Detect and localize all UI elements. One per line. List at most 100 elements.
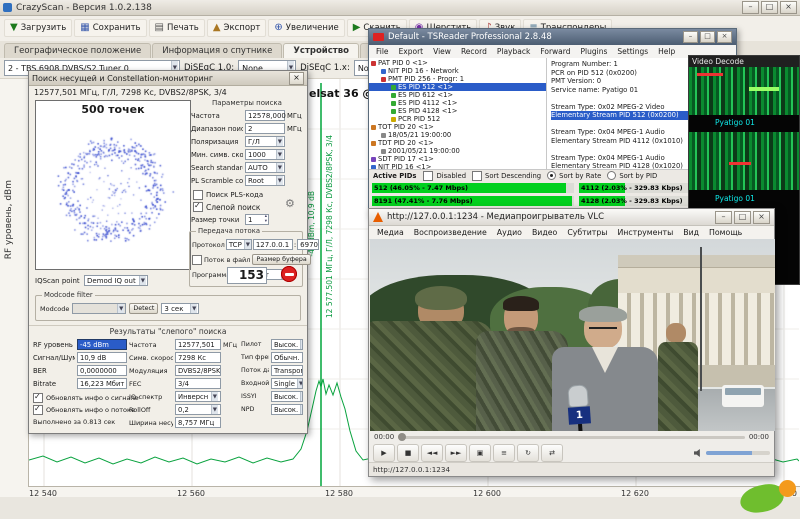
tree-node[interactable]: TDT PID 20 <1>	[369, 139, 546, 147]
vlc-title: http://127.0.0.1:1234 - Медиапроигрывате…	[387, 212, 604, 222]
sort-descending-checkbox[interactable]	[472, 171, 482, 181]
menu-item[interactable]: Export	[394, 47, 429, 56]
buffer-size-button[interactable]: Размер буфера	[252, 254, 310, 265]
menu-item[interactable]: Аудио	[492, 228, 527, 237]
protocol-select[interactable]: TCP ▼	[226, 239, 252, 250]
seek-handle[interactable]	[398, 433, 406, 441]
vlc-previous-button[interactable]: ◄◄	[421, 444, 443, 462]
param-input[interactable]: 2 ▼	[245, 123, 285, 134]
sort-by-pid-radio[interactable]	[607, 171, 616, 180]
menu-item[interactable]: Вид	[678, 228, 704, 237]
stream-port-field[interactable]: 6970	[297, 239, 319, 250]
toolbar-print-button[interactable]: ▤ Печать	[149, 19, 205, 37]
result-label: RF уровень	[33, 341, 75, 349]
tree-node[interactable]: ES PID 4128 <1>	[369, 107, 546, 115]
tsreader-titlebar[interactable]: Default - TSReader Professional 2.8.48 –…	[369, 29, 736, 45]
maximize-button[interactable]: □	[734, 211, 751, 224]
constellation-titlebar[interactable]: Поиск несущей и Constellation-мониторинг…	[29, 71, 307, 86]
close-button[interactable]: ×	[753, 211, 770, 224]
update-signal-info-checkbox[interactable]	[33, 393, 43, 403]
menu-item[interactable]: Инструменты	[612, 228, 678, 237]
toolbar-load-button[interactable]: ▼ Загрузить	[4, 19, 72, 37]
stream-to-file-checkbox[interactable]	[192, 255, 202, 265]
close-button[interactable]: ×	[780, 1, 797, 14]
menu-item[interactable]: Playback	[492, 47, 535, 56]
menu-item[interactable]: Plugins	[576, 47, 613, 56]
vlc-loop-button[interactable]: ↻	[517, 444, 539, 462]
toolbar-save-button[interactable]: ▦ Сохранить	[74, 19, 146, 37]
seek-slider[interactable]	[398, 436, 745, 439]
vlc-playlist-button[interactable]: ≡	[493, 444, 515, 462]
menu-item[interactable]: Forward	[535, 47, 575, 56]
minimize-button[interactable]: –	[742, 1, 759, 14]
result-label: IQ-спектр	[129, 393, 173, 401]
param-input[interactable]: Г/Л ▼	[245, 136, 285, 147]
dot-size-stepper[interactable]: 1 ▴▾	[245, 214, 269, 225]
menu-item[interactable]: View	[428, 47, 456, 56]
stream-address-field[interactable]: 127.0.0.1	[253, 239, 293, 250]
close-button[interactable]: ×	[717, 31, 732, 43]
vlc-video[interactable]: 1	[370, 239, 775, 431]
glitch-artifact	[749, 87, 779, 91]
tree-node[interactable]: ES PID 4112 <1>	[369, 99, 546, 107]
toolbar-export-button[interactable]: ▲ Экспорт	[207, 19, 267, 37]
tree-node[interactable]: ES PID 512 <1>	[369, 83, 546, 91]
pid-icon	[391, 117, 396, 122]
tab-device[interactable]: Устройство	[283, 43, 359, 58]
tree-node[interactable]: 2001/05/21 19:00:00	[369, 147, 546, 155]
vlc-play-button[interactable]: ▶	[373, 444, 395, 462]
menu-item[interactable]: Help	[653, 47, 680, 56]
tree-node[interactable]: PAT PID 0 <1>	[369, 59, 546, 67]
tree-node[interactable]: PMT PID 256 - Progr: 1	[369, 75, 546, 83]
update-stream-info-checkbox[interactable]	[33, 405, 43, 415]
chevron-down-icon: ▼	[276, 176, 283, 185]
modcode-select[interactable]: ▼	[72, 303, 126, 314]
blind-search-checkbox[interactable]	[193, 202, 203, 212]
menu-item[interactable]: Субтитры	[562, 228, 612, 237]
tree-node[interactable]: TOT PID 20 <1>	[369, 123, 546, 131]
close-icon[interactable]: ×	[289, 72, 304, 85]
tree-node[interactable]: NIT PID 16 - Network	[369, 67, 546, 75]
param-input[interactable]: 12578,000 ▼	[245, 110, 285, 121]
tab-geographic-position[interactable]: Географическое положение	[4, 43, 151, 58]
tree-node[interactable]: ES PID 612 <1>	[369, 91, 546, 99]
menu-item[interactable]: Воспроизведение	[409, 228, 492, 237]
stop-icon[interactable]	[281, 266, 297, 282]
tree-node[interactable]: PCR PID 512	[369, 115, 546, 123]
detect-interval-select[interactable]: 3 сек ▼	[161, 303, 199, 314]
detect-button[interactable]: Detect	[129, 303, 158, 314]
menu-item[interactable]: Record	[456, 47, 492, 56]
vlc-next-button[interactable]: ►►	[445, 444, 467, 462]
menu-item[interactable]: Видео	[527, 228, 562, 237]
disabled-checkbox[interactable]	[423, 171, 433, 181]
results-header: Результаты "слепого" поиска	[29, 327, 307, 336]
param-input[interactable]: Root ▼	[245, 175, 285, 186]
tree-node[interactable]: 18/05/21 19:00:00	[369, 131, 546, 139]
crazyscan-titlebar[interactable]: CrazyScan - Версия 1.0.2.138 –□×	[0, 0, 800, 16]
iqscan-select[interactable]: Demod IQ out ▼	[84, 275, 148, 286]
maximize-button[interactable]: □	[700, 31, 715, 43]
menu-item[interactable]: File	[371, 47, 394, 56]
maximize-button[interactable]: □	[761, 1, 778, 14]
vlc-fullscreen-button[interactable]: ▣	[469, 444, 491, 462]
minimize-button[interactable]: –	[715, 211, 732, 224]
sort-by-rate-radio[interactable]	[547, 171, 556, 180]
toolbar-zoom-button[interactable]: ⊕ Увеличение	[268, 19, 344, 37]
menu-item[interactable]: Помощь	[704, 228, 747, 237]
tree-node[interactable]: SDT PID 17 <1>	[369, 155, 546, 163]
vlc-seek-row: 00:00 00:00	[369, 431, 774, 443]
param-input[interactable]: AUTO ▼	[245, 162, 285, 173]
vlc-titlebar[interactable]: http://127.0.0.1:1234 - Медиапроигрывате…	[369, 209, 774, 226]
volume-slider[interactable]	[706, 451, 770, 455]
param-input[interactable]: 1000 ▼	[245, 149, 285, 160]
gear-icon[interactable]: ⚙	[285, 198, 295, 209]
result-value: Single ▼	[271, 378, 303, 389]
menu-item[interactable]: Медиа	[372, 228, 409, 237]
x-axis-tick: 12 600	[469, 489, 505, 498]
vlc-stop-button[interactable]: ■	[397, 444, 419, 462]
pls-search-checkbox[interactable]	[193, 190, 203, 200]
vlc-random-button[interactable]: ⇄	[541, 444, 563, 462]
tab-satellite-info[interactable]: Информация о спутнике	[152, 43, 282, 58]
menu-item[interactable]: Settings	[612, 47, 653, 56]
minimize-button[interactable]: –	[683, 31, 698, 43]
